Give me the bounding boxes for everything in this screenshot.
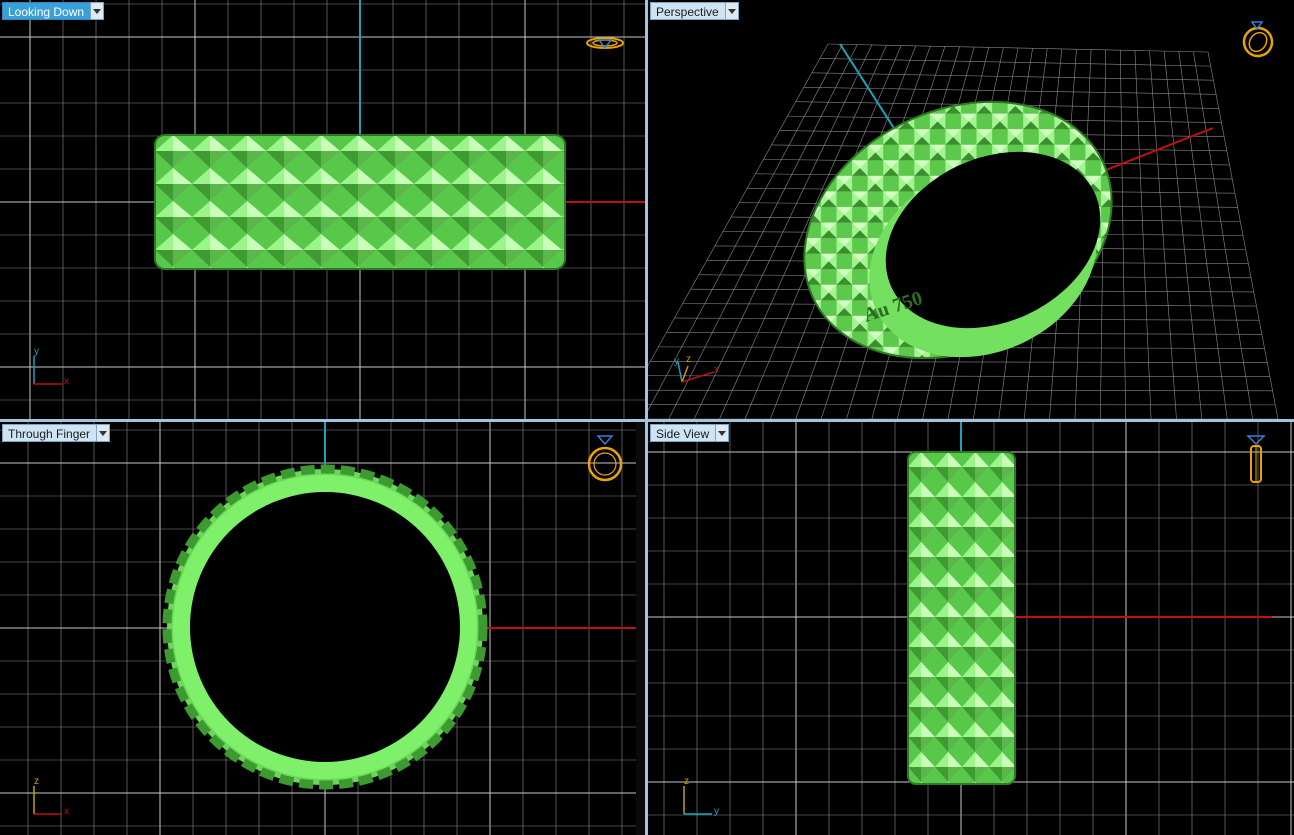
chevron-down-icon[interactable] [96,424,111,442]
axis-label-x: x [64,806,69,817]
viewport-perspective[interactable]: Au 750 Perspective y z x [648,0,1294,419]
viewport-tab-perspective[interactable]: Perspective [650,2,739,20]
viewport-separator-vertical[interactable] [645,0,648,835]
viewport-tab-looking-down[interactable]: Looking Down [2,2,105,20]
ring-side-icon[interactable] [1244,432,1268,491]
axis-label-x: x [64,376,69,387]
axis-widget-top-right: y z x [670,354,730,391]
ring-front-icon[interactable] [586,432,624,487]
viewport-tab-through-finger[interactable]: Through Finger [2,424,111,442]
axis-widget-bottom-right: z y [678,776,728,821]
viewport-label[interactable]: Looking Down [2,2,91,20]
axis-label-z: z [686,354,691,365]
viewport-label[interactable]: Through Finger [2,424,97,442]
ring-band-side-view[interactable] [648,422,1294,835]
viewport-tab-side-view[interactable]: Side View [650,424,730,442]
chevron-down-icon[interactable] [724,2,739,20]
axis-label-z: z [684,776,689,787]
ring-band-top-view[interactable] [0,0,645,419]
ring-band-front-view[interactable] [0,422,636,835]
viewport-label[interactable]: Side View [650,424,716,442]
axis-label-y: y [34,346,39,357]
axis-label-x: x [714,364,719,375]
chevron-down-icon[interactable] [715,424,730,442]
axis-label-z: z [34,776,39,787]
viewport-looking-down[interactable]: Looking Down y x [0,0,645,419]
chevron-down-icon[interactable] [90,2,105,20]
viewport-label[interactable]: Perspective [650,2,725,20]
axis-label-y: y [674,356,679,367]
axis-widget-top-left: y x [28,346,78,391]
ring-top-icon[interactable] [585,32,625,59]
viewport-separator-horizontal[interactable] [0,419,1294,422]
axis-label-y: y [714,806,719,817]
axis-widget-bottom-left: z x [28,776,78,821]
viewport-through-finger[interactable]: Through Finger z x [0,422,636,835]
viewport-side-view[interactable]: Side View z y [648,422,1294,835]
ring-band-perspective[interactable]: Au 750 [648,0,1294,419]
ring-perspective-icon[interactable] [1240,18,1276,65]
separator-bottom-left-right [636,422,645,835]
